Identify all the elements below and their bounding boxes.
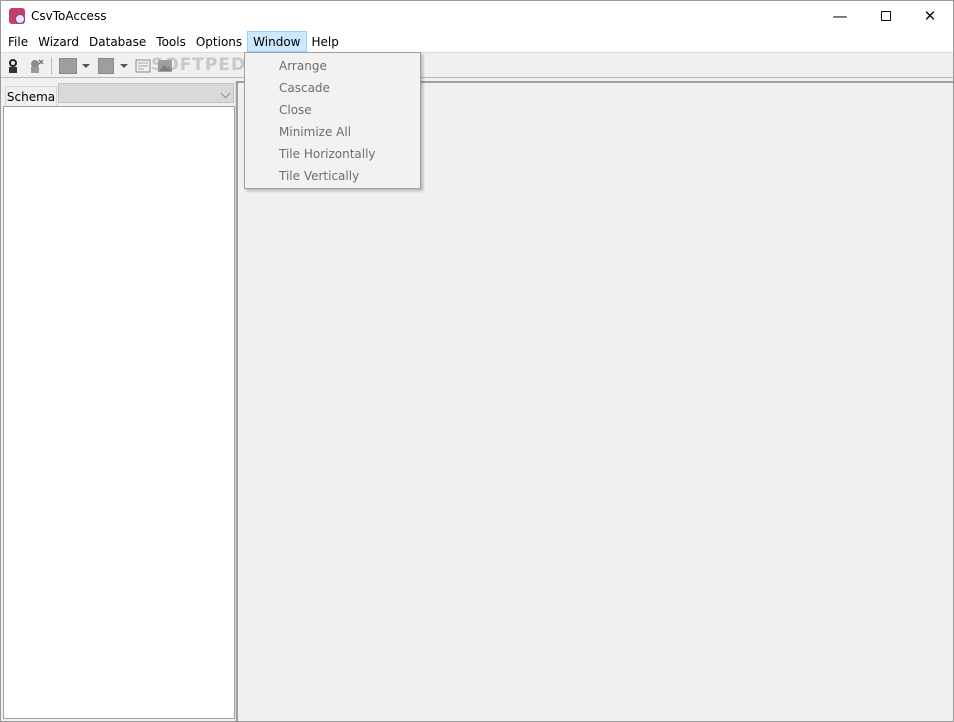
menu-tools[interactable]: Tools bbox=[151, 31, 191, 52]
menu-file[interactable]: File bbox=[3, 31, 33, 52]
menu-database[interactable]: Database bbox=[84, 31, 151, 52]
window-title: CsvToAccess bbox=[31, 9, 107, 23]
maximize-button[interactable] bbox=[863, 1, 909, 31]
menu-item-tile-horizontally[interactable]: Tile Horizontally bbox=[245, 143, 420, 165]
query-icon[interactable] bbox=[135, 58, 151, 74]
menu-help[interactable]: Help bbox=[307, 31, 344, 52]
schema-combo[interactable] bbox=[58, 83, 234, 103]
title-bar: CsvToAccess — ✕ bbox=[1, 1, 953, 31]
toolbar-separator bbox=[51, 57, 52, 75]
schema-panel: Schema bbox=[1, 81, 236, 721]
chevron-down-icon[interactable] bbox=[220, 88, 231, 99]
window-menu-dropdown: Arrange Cascade Close Minimize All Tile … bbox=[244, 52, 421, 189]
import-dropdown-arrow-icon[interactable] bbox=[120, 64, 128, 68]
minimize-button[interactable]: — bbox=[817, 1, 863, 31]
menu-wizard[interactable]: Wizard bbox=[33, 31, 84, 52]
menu-item-tile-vertically[interactable]: Tile Vertically bbox=[245, 165, 420, 187]
menu-window[interactable]: Window bbox=[247, 31, 307, 52]
table-icon[interactable] bbox=[59, 58, 77, 74]
minimize-icon: — bbox=[832, 7, 848, 25]
connect-icon[interactable] bbox=[6, 58, 20, 74]
menu-item-arrange[interactable]: Arrange bbox=[245, 55, 420, 77]
menu-options[interactable]: Options bbox=[191, 31, 247, 52]
disconnect-icon[interactable] bbox=[28, 58, 44, 74]
menu-item-minimize-all[interactable]: Minimize All bbox=[245, 121, 420, 143]
table-dropdown-arrow-icon[interactable] bbox=[82, 64, 90, 68]
maximize-icon bbox=[881, 11, 891, 21]
menu-item-close[interactable]: Close bbox=[245, 99, 420, 121]
app-window: CsvToAccess — ✕ File Wizard Database Too… bbox=[0, 0, 954, 722]
toolbar: SOFTPEDIA bbox=[1, 52, 953, 78]
import-icon[interactable] bbox=[98, 58, 114, 74]
schema-tree[interactable] bbox=[3, 106, 235, 719]
menu-bar: File Wizard Database Tools Options Windo… bbox=[1, 31, 953, 52]
close-icon: ✕ bbox=[923, 7, 937, 25]
menu-item-cascade[interactable]: Cascade bbox=[245, 77, 420, 99]
app-icon[interactable] bbox=[9, 8, 25, 24]
schema-tab[interactable]: Schema bbox=[5, 86, 57, 106]
close-button[interactable]: ✕ bbox=[907, 1, 953, 31]
